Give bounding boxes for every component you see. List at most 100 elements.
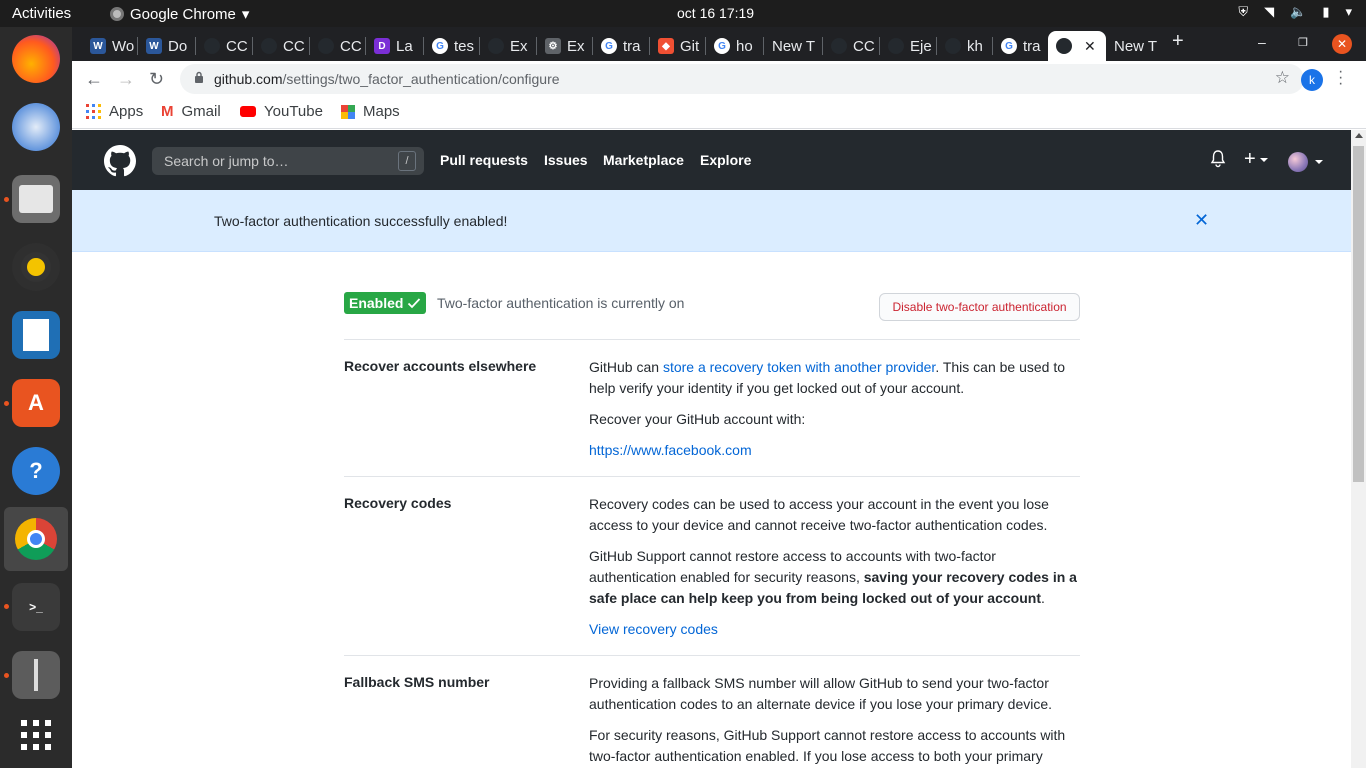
status-badge: Enabled [344,292,427,314]
user-avatar[interactable] [1288,152,1308,172]
search-input[interactable]: Search or jump to… / [152,147,424,175]
bookmark-youtube[interactable]: YouTube [240,103,323,120]
software-center-icon[interactable]: A [12,379,60,427]
tab[interactable]: Ex [480,31,535,61]
tab-separator [195,37,196,55]
writer-icon[interactable] [12,311,60,359]
tab-label: Do [168,37,188,55]
wifi-icon[interactable]: ◥ [1264,4,1274,20]
github-icon [204,38,220,54]
activities-button[interactable]: Activities [12,5,71,22]
bookmark-maps[interactable]: Maps [341,103,400,120]
bookmark-apps[interactable]: Apps [86,103,143,120]
tab-label: CC [283,37,305,55]
scrollbar-thumb[interactable] [1353,146,1364,482]
chrome-dock-icon[interactable] [4,507,68,571]
google-icon: G [1001,38,1017,54]
nav-pull-requests[interactable]: Pull requests [440,152,528,168]
tab-separator [423,37,424,55]
thunderbird-icon[interactable] [12,103,60,151]
tab[interactable]: New T [764,31,821,61]
bell-icon[interactable] [1210,150,1226,173]
tab[interactable]: Gtra [593,31,648,61]
window-close-button[interactable]: ✕ [1332,34,1352,54]
menu-icon[interactable]: · · · [1338,64,1343,92]
chevron-down-icon[interactable]: ▾ [1345,4,1352,20]
volume-icon[interactable]: 🔈 [1290,4,1306,20]
recovery-provider-link[interactable]: store a recovery token with another prov… [663,359,935,375]
clock[interactable]: oct 16 17:19 [677,5,754,21]
tab[interactable]: CC [196,31,251,61]
tab[interactable]: CC [253,31,308,61]
battery-icon[interactable]: ▮ [1322,4,1329,20]
tab[interactable]: Gtes [424,31,478,61]
apps-grid-icon [86,104,101,119]
section-label: Fallback SMS number [344,674,490,690]
browser-toolbar: ← → ↻ github.com/settings/two_factor_aut… [72,61,1366,97]
github-logo-icon[interactable] [104,145,136,177]
disable-2fa-button[interactable]: Disable two-factor authentication [879,293,1080,321]
terminal-icon[interactable]: >_ [12,583,60,631]
page-scrollbar[interactable] [1351,130,1366,768]
profile-avatar[interactable]: k [1301,69,1323,91]
create-new-menu[interactable]: + [1244,148,1268,171]
search-placeholder: Search or jump to… [164,153,289,169]
address-bar[interactable]: github.com/settings/two_factor_authentic… [180,64,1304,94]
tab-separator [822,37,823,55]
view-recovery-codes-link[interactable]: View recovery codes [589,621,718,637]
maximize-button[interactable]: ❐ [1298,36,1308,49]
tab-label: Wo [112,37,135,55]
archive-icon[interactable] [12,651,60,699]
tab[interactable]: kh [937,31,991,61]
tab[interactable]: D La [366,31,422,61]
chevron-down-icon[interactable] [1315,160,1323,164]
nav-explore[interactable]: Explore [700,152,751,168]
app-menu[interactable]: Google Chrome ▾ [110,5,249,23]
tab-label: ho [736,37,753,55]
google-icon: G [601,38,617,54]
tab-close-icon[interactable]: ✕ [1084,38,1096,55]
scroll-up-arrow[interactable] [1355,133,1363,138]
tab[interactable]: CC [823,31,878,61]
show-applications-icon[interactable] [12,711,60,759]
bookmark-gmail[interactable]: M Gmail [161,103,221,120]
shield-icon[interactable]: ⛨ [1238,4,1248,20]
new-tab-button[interactable]: + [1172,30,1184,53]
tab[interactable]: W Do [138,31,194,61]
back-button[interactable]: ← [85,69,103,90]
system-tray[interactable]: ⛨ ◥ 🔈 ▮ ▾ [1238,4,1352,20]
help-icon[interactable]: ? [12,447,60,495]
app-icon: D [374,38,390,54]
tab[interactable]: Eje [880,31,935,61]
tab[interactable]: CC [310,31,364,61]
close-icon[interactable]: ✕ [1194,210,1209,231]
tab[interactable]: Gho [706,31,762,61]
app-name: Google Chrome [130,5,236,23]
rhythmbox-icon[interactable] [12,243,60,291]
tab[interactable]: ◆ Git [650,31,704,61]
tab-label: Ex [567,37,585,55]
tab-label: kh [967,37,983,55]
reload-button[interactable]: ↻ [149,69,164,90]
facebook-provider-link[interactable]: https://www.facebook.com [589,442,752,458]
forward-button[interactable]: → [117,69,135,90]
tab[interactable]: Gtra [993,31,1048,61]
tab-new-tab[interactable]: New T [1106,31,1168,61]
tab-label: La [396,37,413,55]
bookmark-label: Gmail [181,103,221,120]
nav-issues[interactable]: Issues [544,152,588,168]
nav-marketplace[interactable]: Marketplace [603,152,684,168]
tab[interactable]: W Wo [82,31,136,61]
firefox-icon[interactable] [12,35,60,83]
files-icon[interactable] [12,175,60,223]
tab-active[interactable]: ✕ [1048,31,1106,61]
minimize-button[interactable]: – [1258,34,1266,50]
tab[interactable]: ⚙ Ex [537,31,591,61]
tab-separator [649,37,650,55]
recovery-codes-description: Recovery codes can be used to access you… [589,496,1049,533]
bookmark-star-icon[interactable]: ☆ [1275,68,1290,88]
sms-description: Providing a fallback SMS number will all… [589,675,1053,712]
url-text[interactable]: github.com/settings/two_factor_authentic… [214,71,560,87]
section-body: Providing a fallback SMS number will all… [589,656,1080,767]
lock-icon[interactable] [194,71,204,83]
